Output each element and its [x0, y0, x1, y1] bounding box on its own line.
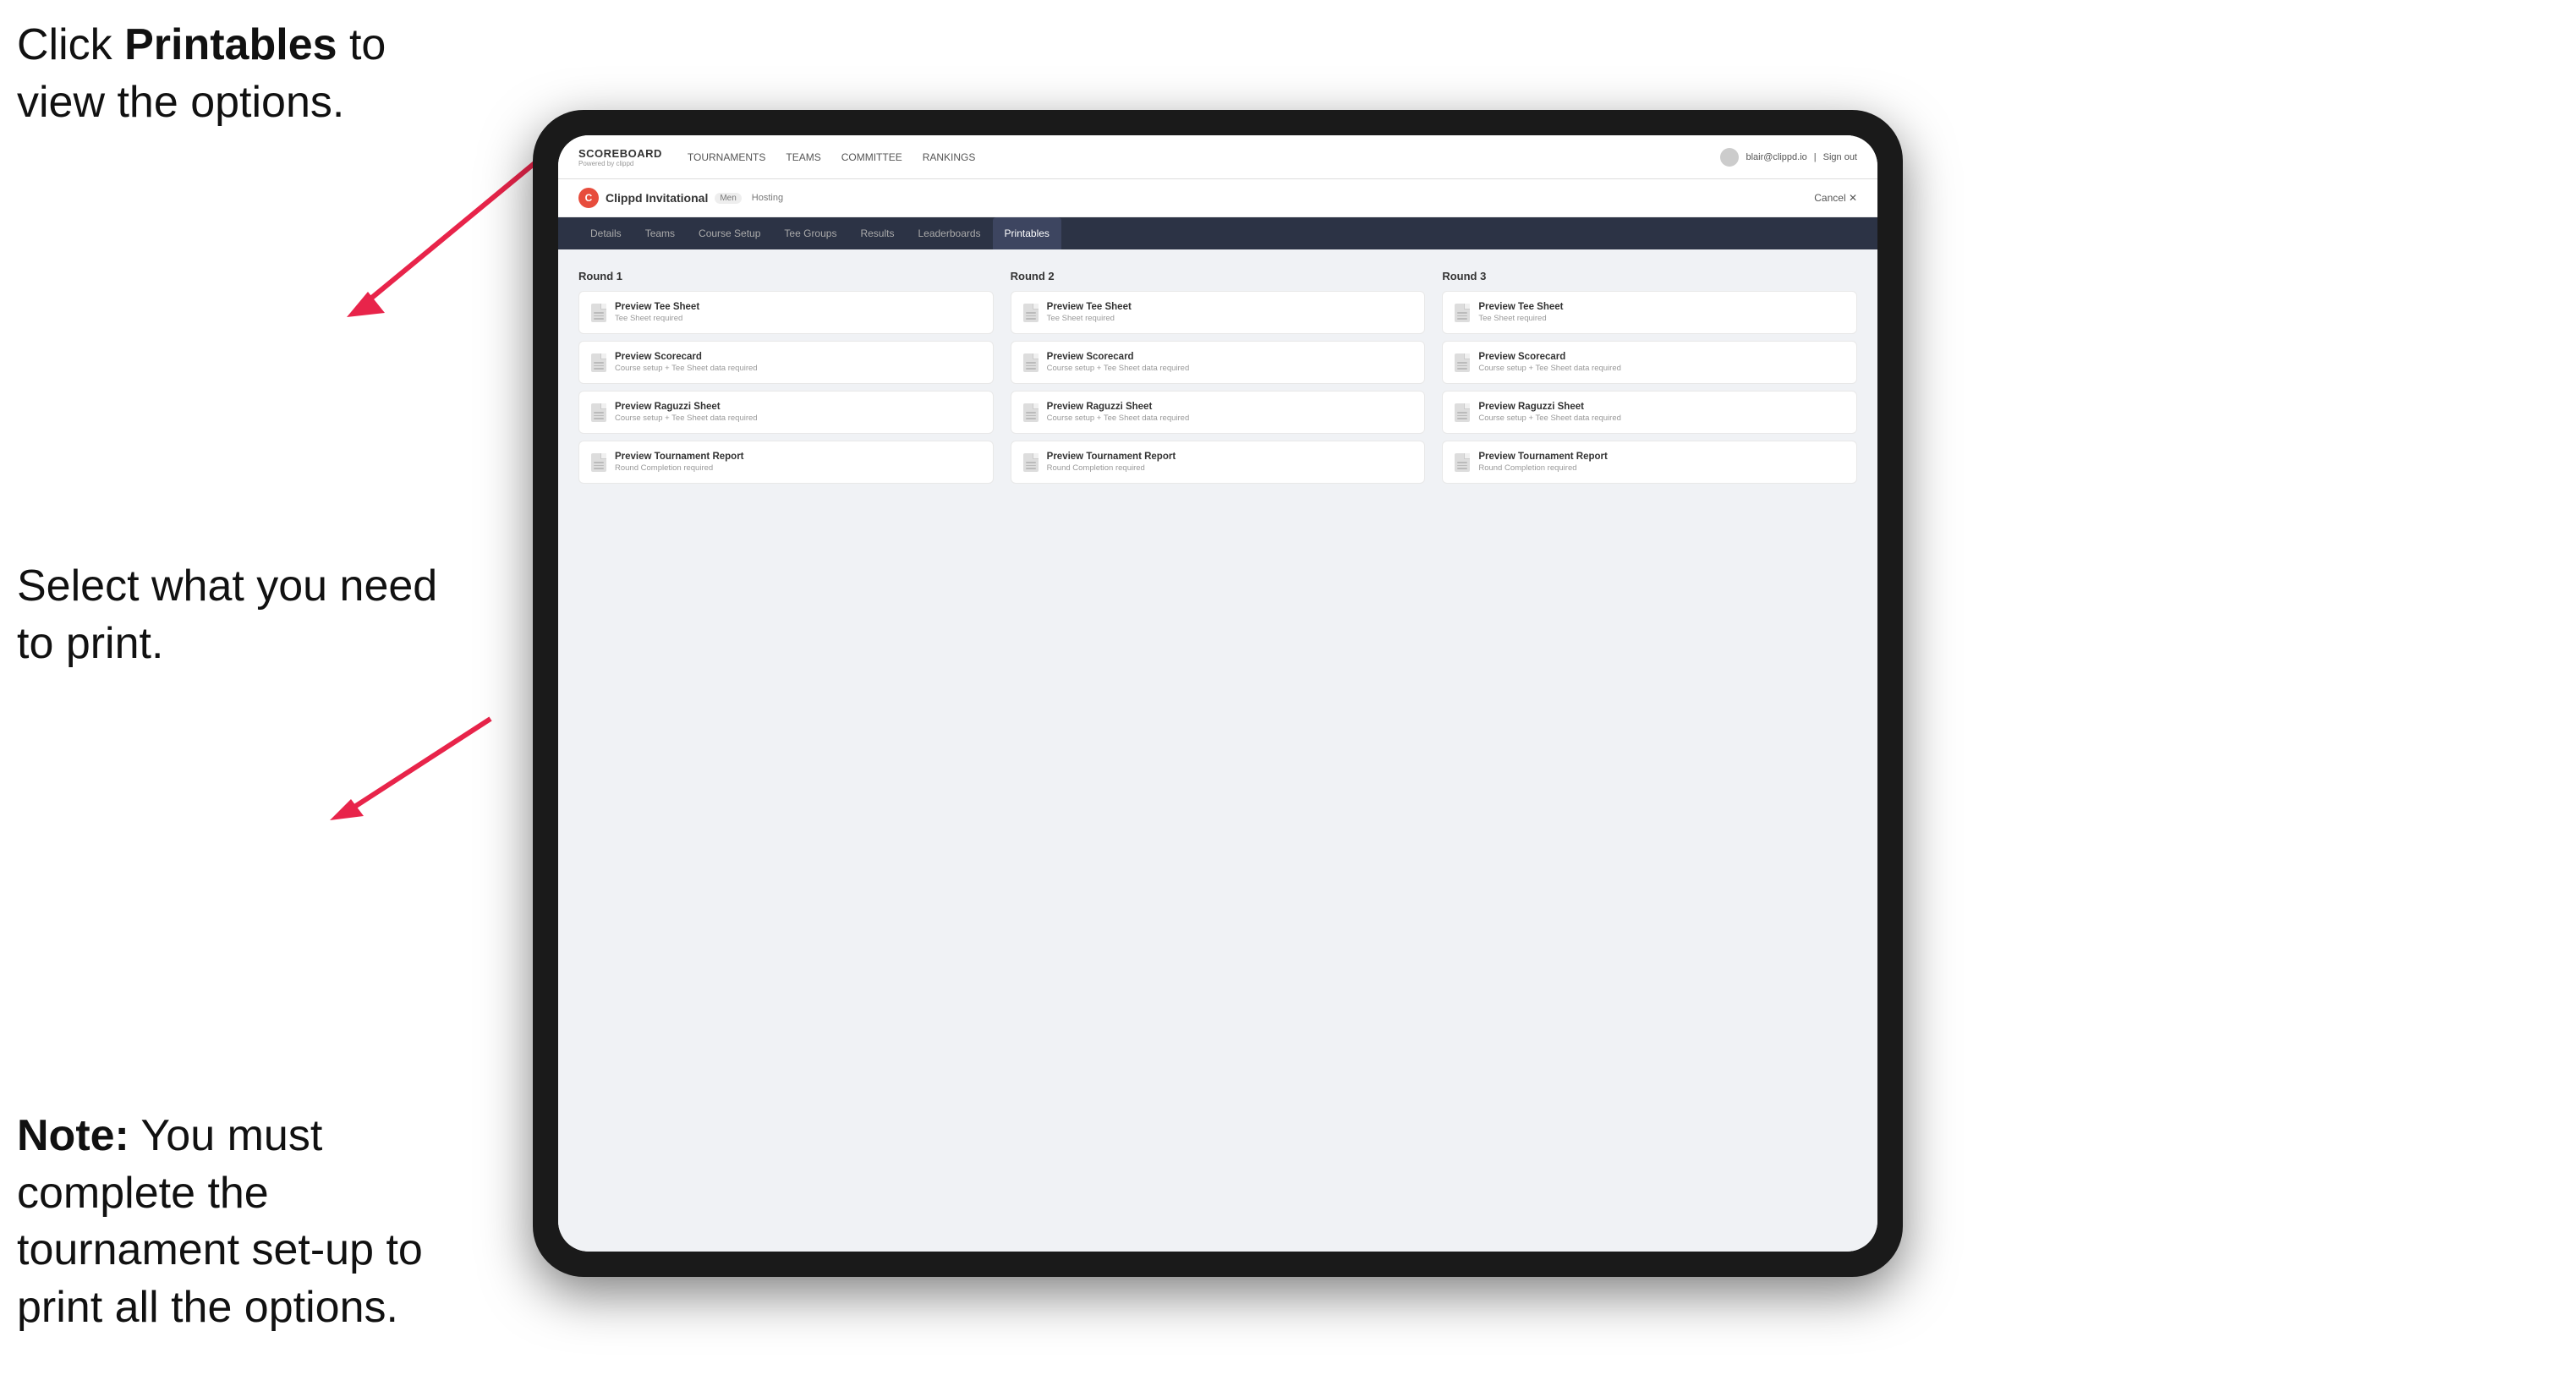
tournament-header: C Clippd Invitational Men Hosting Cancel…	[558, 179, 1877, 217]
r2-scorecard-subtitle: Course setup + Tee Sheet data required	[1047, 364, 1190, 373]
tournament-status: Hosting	[752, 193, 783, 203]
brand: SCOREBOARD Powered by clippd	[578, 147, 662, 167]
tournament-name: Clippd Invitational	[606, 191, 708, 205]
round-2-cards: Preview Tee Sheet Tee Sheet required	[1011, 291, 1426, 484]
r3-raguzzi-subtitle: Course setup + Tee Sheet data required	[1478, 414, 1621, 423]
r1-report-title: Preview Tournament Report	[615, 452, 744, 462]
round-1-scorecard[interactable]: Preview Scorecard Course setup + Tee She…	[578, 341, 994, 384]
brand-title: SCOREBOARD	[578, 147, 662, 160]
round-3-tournament-report[interactable]: Preview Tournament Report Round Completi…	[1442, 441, 1857, 484]
main-nav: TOURNAMENTS TEAMS COMMITTEE RANKINGS	[688, 148, 1721, 167]
round-3-raguzzi[interactable]: Preview Raguzzi Sheet Course setup + Tee…	[1442, 391, 1857, 434]
tab-details[interactable]: Details	[578, 217, 633, 249]
tournament-title-area: C Clippd Invitational Men Hosting	[578, 188, 783, 208]
round-1-title: Round 1	[578, 270, 994, 282]
doc-icon	[591, 353, 606, 372]
r1-report-subtitle: Round Completion required	[615, 463, 744, 473]
r2-scorecard-title: Preview Scorecard	[1047, 352, 1190, 362]
main-content: Round 1 Preview Tee Shee	[558, 249, 1877, 1252]
sign-out-link[interactable]: Sign out	[1823, 152, 1857, 162]
round-3-title: Round 3	[1442, 270, 1857, 282]
r1-raguzzi-title: Preview Raguzzi Sheet	[615, 402, 758, 412]
doc-icon	[1455, 453, 1470, 472]
round-3-scorecard[interactable]: Preview Scorecard Course setup + Tee She…	[1442, 341, 1857, 384]
r2-tee-sheet-subtitle: Tee Sheet required	[1047, 314, 1132, 323]
tablet-screen: SCOREBOARD Powered by clippd TOURNAMENTS…	[558, 135, 1877, 1252]
doc-icon	[591, 304, 606, 322]
nav-teams[interactable]: TEAMS	[786, 148, 820, 167]
doc-icon	[1023, 453, 1039, 472]
tab-printables[interactable]: Printables	[993, 217, 1061, 249]
annotation-bottom: Note: You must complete the tournament s…	[17, 1108, 491, 1336]
tablet-device: SCOREBOARD Powered by clippd TOURNAMENTS…	[533, 110, 1903, 1277]
round-1-tournament-report[interactable]: Preview Tournament Report Round Completi…	[578, 441, 994, 484]
round-2-tournament-report[interactable]: Preview Tournament Report Round Completi…	[1011, 441, 1426, 484]
r3-scorecard-subtitle: Course setup + Tee Sheet data required	[1478, 364, 1621, 373]
round-2-title: Round 2	[1011, 270, 1426, 282]
sub-nav: Details Teams Course Setup Tee Groups Re…	[558, 217, 1877, 249]
nav-committee[interactable]: COMMITTEE	[841, 148, 902, 167]
r3-tee-sheet-subtitle: Tee Sheet required	[1478, 314, 1563, 323]
rounds-grid: Round 1 Preview Tee Shee	[578, 270, 1857, 484]
round-1-tee-sheet[interactable]: Preview Tee Sheet Tee Sheet required	[578, 291, 994, 334]
r1-raguzzi-subtitle: Course setup + Tee Sheet data required	[615, 414, 758, 423]
nav-right: blair@clippd.io | Sign out	[1720, 148, 1857, 167]
doc-icon	[1455, 353, 1470, 372]
tab-teams[interactable]: Teams	[633, 217, 687, 249]
r3-raguzzi-title: Preview Raguzzi Sheet	[1478, 402, 1621, 412]
round-1-raguzzi[interactable]: Preview Raguzzi Sheet Course setup + Tee…	[578, 391, 994, 434]
doc-icon	[1023, 304, 1039, 322]
tab-results[interactable]: Results	[848, 217, 906, 249]
round-3-section: Round 3 Preview Tee Shee	[1442, 270, 1857, 484]
r3-report-title: Preview Tournament Report	[1478, 452, 1608, 462]
doc-icon	[591, 453, 606, 472]
top-nav: SCOREBOARD Powered by clippd TOURNAMENTS…	[558, 135, 1877, 179]
r2-raguzzi-subtitle: Course setup + Tee Sheet data required	[1047, 414, 1190, 423]
round-2-raguzzi[interactable]: Preview Raguzzi Sheet Course setup + Tee…	[1011, 391, 1426, 434]
r1-scorecard-title: Preview Scorecard	[615, 352, 758, 362]
r2-tee-sheet-title: Preview Tee Sheet	[1047, 302, 1132, 312]
nav-rankings[interactable]: RANKINGS	[923, 148, 976, 167]
r1-tee-sheet-subtitle: Tee Sheet required	[615, 314, 699, 323]
r3-scorecard-title: Preview Scorecard	[1478, 352, 1621, 362]
user-avatar	[1720, 148, 1739, 167]
annotation-top: Click Printables to view the options.	[17, 17, 457, 131]
tab-tee-groups[interactable]: Tee Groups	[772, 217, 848, 249]
r2-report-subtitle: Round Completion required	[1047, 463, 1176, 473]
r1-tee-sheet-title: Preview Tee Sheet	[615, 302, 699, 312]
doc-icon	[1023, 403, 1039, 422]
round-3-cards: Preview Tee Sheet Tee Sheet required	[1442, 291, 1857, 484]
r3-report-subtitle: Round Completion required	[1478, 463, 1608, 473]
r2-raguzzi-title: Preview Raguzzi Sheet	[1047, 402, 1190, 412]
nav-separator: |	[1814, 152, 1817, 162]
r1-scorecard-subtitle: Course setup + Tee Sheet data required	[615, 364, 758, 373]
tab-leaderboards[interactable]: Leaderboards	[906, 217, 992, 249]
round-2-scorecard[interactable]: Preview Scorecard Course setup + Tee She…	[1011, 341, 1426, 384]
user-email: blair@clippd.io	[1746, 152, 1806, 162]
tab-course-setup[interactable]: Course Setup	[687, 217, 772, 249]
round-2-tee-sheet[interactable]: Preview Tee Sheet Tee Sheet required	[1011, 291, 1426, 334]
round-1-cards: Preview Tee Sheet Tee Sheet required	[578, 291, 994, 484]
r3-tee-sheet-title: Preview Tee Sheet	[1478, 302, 1563, 312]
tournament-logo: C	[578, 188, 599, 208]
r2-report-title: Preview Tournament Report	[1047, 452, 1176, 462]
annotation-middle: Select what you need to print.	[17, 558, 440, 672]
doc-icon	[1455, 304, 1470, 322]
cancel-button[interactable]: Cancel ✕	[1814, 192, 1857, 204]
doc-icon	[1023, 353, 1039, 372]
round-1-section: Round 1 Preview Tee Shee	[578, 270, 994, 484]
nav-tournaments[interactable]: TOURNAMENTS	[688, 148, 765, 167]
doc-icon	[1455, 403, 1470, 422]
brand-subtitle: Powered by clippd	[578, 160, 662, 167]
round-3-tee-sheet[interactable]: Preview Tee Sheet Tee Sheet required	[1442, 291, 1857, 334]
tournament-gender-badge: Men	[715, 193, 741, 204]
arrow-middle	[321, 710, 507, 829]
round-2-section: Round 2 Preview Tee Shee	[1011, 270, 1426, 484]
doc-icon	[591, 403, 606, 422]
